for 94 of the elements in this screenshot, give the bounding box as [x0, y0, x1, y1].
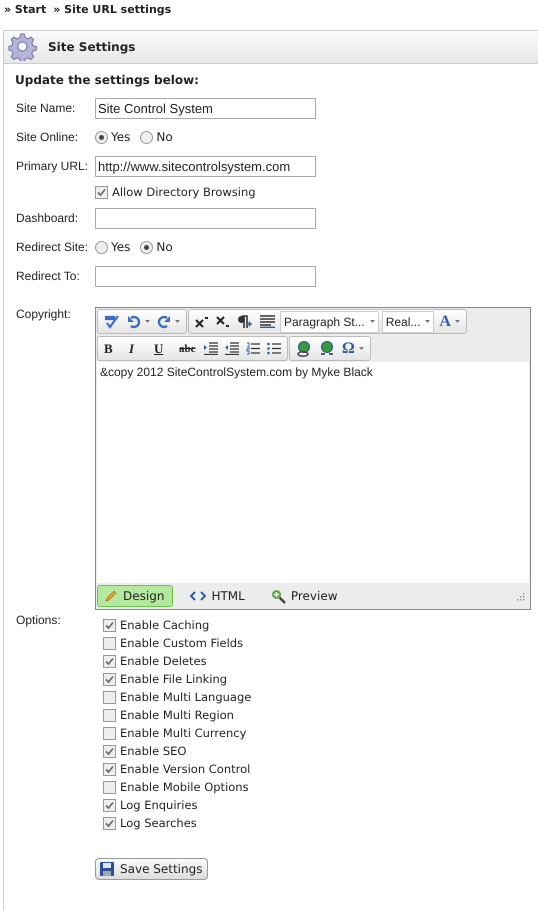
numbered-list-icon	[246, 342, 260, 355]
pencil-icon	[104, 589, 118, 603]
intro-text: Update the settings below:	[14, 72, 200, 89]
checkbox-label: Log Enquiries	[120, 798, 198, 812]
superscript-icon	[195, 316, 209, 328]
checkbox-label: Enable Custom Fields	[120, 636, 244, 650]
checkbox-label: Log Searches	[120, 816, 197, 830]
checkbox[interactable]	[103, 816, 116, 830]
redo-icon	[157, 314, 171, 328]
mode-tab[interactable]: Preview	[264, 585, 347, 607]
indent-icon	[204, 342, 218, 355]
radio-button[interactable]	[95, 130, 108, 144]
undo-icon	[127, 314, 141, 328]
checkbox[interactable]	[103, 762, 116, 776]
checkbox-label: Enable Mobile Options	[120, 780, 249, 794]
special-character-button[interactable]: Ω	[340, 340, 366, 358]
checkbox-label: Enable Multi Region	[120, 708, 234, 722]
checkbox[interactable]	[95, 186, 108, 198]
checkbox-label: Enable Multi Currency	[120, 726, 246, 740]
breadcrumb-link[interactable]: » Site URL settings	[53, 3, 172, 20]
checkbox-label: Enable Multi Language	[120, 690, 252, 704]
checkbox[interactable]	[103, 780, 116, 794]
gear-icon	[8, 33, 38, 61]
caret-icon	[175, 320, 180, 323]
code-icon	[190, 591, 206, 601]
checkbox-label: Enable Version Control	[120, 762, 250, 776]
check-icon	[104, 314, 120, 330]
checkbox[interactable]	[103, 708, 116, 722]
bullet-list-icon	[267, 342, 281, 355]
save-button[interactable]: Save Settings	[95, 858, 208, 880]
caret-icon	[454, 320, 460, 323]
resize-grip-icon[interactable]	[516, 592, 525, 600]
font-dropdown[interactable]: Real...	[382, 310, 434, 332]
field-label: Primary URL:	[16, 159, 90, 173]
checkbox-label: Enable Deletes	[120, 654, 207, 668]
input-field[interactable]	[95, 266, 316, 286]
checkbox[interactable]	[103, 636, 116, 650]
field-label: Dashboard:	[16, 211, 80, 225]
field-label: Copyright:	[16, 307, 72, 323]
caret-icon	[370, 320, 375, 323]
paragraph-button[interactable]	[235, 312, 255, 330]
editor-content[interactable]: &copy 2012 SiteControlSystem.com by Myke Black	[97, 362, 529, 583]
radio-label: No	[156, 240, 173, 254]
input-field[interactable]: Site Control System	[95, 98, 316, 118]
pilcrow-icon	[237, 314, 253, 328]
checkbox[interactable]	[103, 618, 116, 632]
align-icon	[260, 315, 275, 328]
checkbox[interactable]	[103, 690, 116, 704]
breadcrumb-link[interactable]: » Start	[4, 3, 46, 20]
caret-icon	[425, 320, 430, 323]
checkbox[interactable]	[103, 726, 116, 740]
paragraph-style-dropdown[interactable]: Paragraph St...	[280, 310, 379, 332]
outdent-icon	[225, 342, 239, 355]
field-label: Options:	[16, 613, 62, 629]
radio-label: Yes	[111, 130, 130, 144]
checkbox-label: Allow Directory Browsing	[112, 185, 256, 199]
caret-icon	[145, 320, 150, 323]
checkbox-label: Enable File Linking	[120, 672, 228, 686]
mode-tab[interactable]: HTML	[183, 585, 254, 607]
field-label: Site Online:	[16, 130, 80, 144]
spellcheck-button[interactable]	[102, 312, 122, 330]
globe-link-icon	[296, 340, 312, 356]
radio-button[interactable]	[140, 130, 154, 144]
checkbox[interactable]	[103, 798, 116, 812]
field-label: Redirect Site:	[16, 240, 90, 254]
checkbox[interactable]	[103, 672, 116, 686]
radio-label: No	[156, 130, 173, 144]
input-field[interactable]: http://www.sitecontrolsystem.com	[95, 156, 316, 176]
mode-tab[interactable]: Design	[97, 585, 174, 607]
field-label: Redirect To:	[16, 269, 81, 283]
checkbox-label: Enable SEO	[120, 744, 186, 758]
format-button[interactable]: I	[127, 340, 149, 358]
radio-button[interactable]	[140, 240, 154, 254]
outdent-button[interactable]	[223, 340, 241, 358]
checkbox-label: Enable Caching	[120, 618, 210, 632]
font-color-button[interactable]: A	[437, 312, 462, 330]
globe-unlink-icon	[319, 340, 335, 356]
subscript-icon	[216, 316, 230, 328]
format-button[interactable]: B	[102, 340, 124, 358]
bullet-list-button[interactable]	[265, 340, 283, 358]
magnifier-icon	[270, 588, 286, 604]
align-button[interactable]	[258, 312, 277, 330]
field-label: Site Name:	[16, 101, 76, 115]
indent-button[interactable]	[202, 340, 220, 358]
caret-icon	[358, 347, 364, 350]
panel-title: Site Settings	[48, 40, 136, 54]
checkbox[interactable]	[103, 744, 116, 758]
format-button[interactable]: abc	[177, 340, 199, 358]
radio-button[interactable]	[95, 240, 108, 254]
checkbox[interactable]	[103, 654, 116, 668]
numbered-list-button[interactable]	[244, 340, 262, 358]
radio-label: Yes	[111, 240, 130, 254]
input-field[interactable]	[95, 208, 316, 228]
format-button[interactable]: U	[152, 340, 174, 358]
